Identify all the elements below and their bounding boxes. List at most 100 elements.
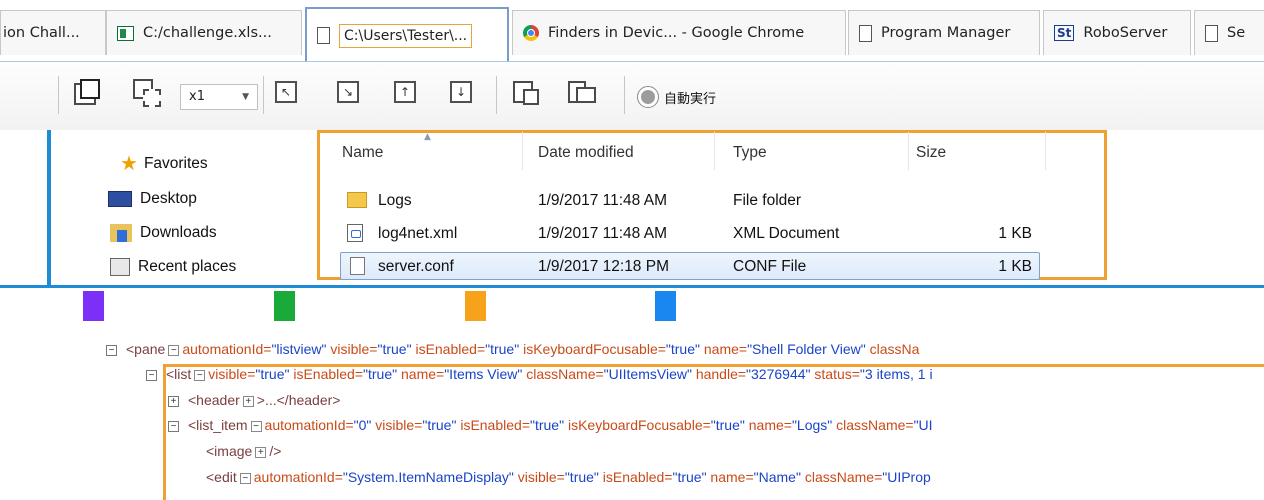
color-swatch-orange[interactable] [465, 291, 486, 321]
tree-node-pane[interactable]: − <pane − automationId="listview" visible="… [106, 338, 919, 360]
collapse-icon[interactable]: − [146, 369, 157, 381]
tab-label: Finders in Devic... - Google Chrome [548, 25, 805, 41]
star-icon: ★ [120, 153, 138, 175]
attr-value: "true" [710, 417, 745, 433]
move-down-button[interactable]: ↓ [450, 81, 472, 103]
tab-challenge-xls[interactable]: C:/challenge.xls... [106, 10, 302, 55]
move-down-right-button[interactable]: ↘ [337, 81, 359, 103]
tree-node-list-item[interactable]: − <list_item − automationId="0" visible="tr… [168, 414, 933, 436]
attr-value: "true" [485, 341, 520, 357]
column-separator[interactable] [1045, 132, 1046, 170]
column-header-size[interactable]: Size [916, 144, 946, 162]
tab-program-manager[interactable]: Program Manager [848, 10, 1040, 55]
restore-window-icon-front [576, 87, 596, 103]
attr-value: "Items View" [444, 366, 523, 382]
speed-value: x1 [189, 89, 205, 104]
collapse-attr-icon[interactable]: − [250, 420, 262, 432]
attr-name: isEnabled= [411, 341, 486, 357]
nav-item-label: Favorites [143, 155, 208, 172]
toolbar-separator [496, 76, 497, 114]
tab-roboserver[interactable]: St RoboServer [1043, 10, 1191, 55]
move-up-left-button[interactable]: ↖ [275, 81, 297, 103]
nav-item-label: Downloads [140, 224, 217, 241]
collapse-icon[interactable]: − [106, 344, 117, 356]
document-icon [859, 24, 872, 42]
xml-file-icon [347, 224, 363, 242]
tree-node-header[interactable]: + <header + >...</header> [168, 389, 340, 411]
column-separator[interactable] [908, 132, 909, 170]
collapse-attr-icon[interactable]: − [194, 369, 206, 381]
attr-value: "0" [353, 417, 372, 433]
column-header-type[interactable]: Type [733, 144, 767, 162]
tab-label: ion Chall... [3, 25, 80, 41]
attr-name: automationId= [182, 341, 272, 357]
attr-name: isEnabled= [456, 417, 530, 433]
tab-users-tester[interactable]: C:\Users\Tester\... [305, 7, 509, 62]
attr-value: "UIItemsView" [603, 366, 692, 382]
attr-value: "true" [530, 417, 565, 433]
restore-window-button[interactable] [568, 79, 598, 109]
nav-item-desktop[interactable]: Desktop [108, 190, 197, 208]
collapse-icon[interactable]: − [168, 420, 179, 432]
speed-select[interactable]: x1 ▼ [180, 84, 258, 110]
collapse-attr-icon[interactable]: − [168, 344, 180, 356]
expand-attr-icon[interactable]: + [255, 446, 267, 458]
capture-window-button[interactable] [72, 79, 102, 109]
column-separator[interactable] [714, 132, 715, 170]
expand-attr-icon[interactable]: + [242, 395, 254, 407]
tag-rest: /> [269, 443, 282, 459]
move-up-button[interactable]: ↑ [394, 81, 416, 103]
file-size: 1 KB [998, 258, 1032, 275]
tab-label: C:\Users\Tester\... [339, 23, 473, 48]
file-name: log4net.xml [378, 225, 458, 242]
column-separator[interactable] [522, 132, 523, 170]
attr-value: "true" [422, 417, 457, 433]
arrow-down-right-icon: ↘ [342, 85, 354, 99]
document-icon [317, 27, 330, 44]
nav-item-favorites[interactable]: ★ Favorites [120, 153, 208, 175]
attr-value: "true" [377, 341, 412, 357]
tree-node-list[interactable]: − <list − visible="true" isEnabled="true" n… [146, 363, 933, 385]
toolbar: x1 ▼ ↖ ↘ ↑ ↓ 自動実行 [0, 64, 1264, 130]
column-header-date-modified[interactable]: Date modified [538, 144, 634, 162]
color-swatch-green[interactable] [274, 291, 295, 321]
copy-window-button[interactable] [513, 79, 543, 109]
nav-item-downloads[interactable]: Downloads [110, 224, 217, 242]
color-swatch-blue[interactable] [655, 291, 676, 321]
window-tab-strip: ion Chall... C:/challenge.xls... C:\User… [0, 0, 1264, 64]
chrome-icon [523, 25, 539, 41]
tree-node-edit[interactable]: <edit − automationId="System.ItemNameDispl… [206, 466, 931, 488]
tag-rest: >...</header> [256, 392, 341, 408]
attr-name: visible= [513, 469, 565, 485]
copy-window-icon-front [523, 89, 539, 105]
toolbar-separator [58, 76, 59, 114]
folder-icon [347, 192, 367, 208]
collapse-attr-icon[interactable]: − [239, 472, 251, 484]
tab-ion-challenge[interactable]: ion Chall... [0, 10, 106, 55]
attr-value: "true" [672, 469, 707, 485]
arrow-down-icon: ↓ [455, 85, 467, 99]
document-icon [1205, 24, 1218, 42]
file-row[interactable]: Logs 1/9/2017 11:48 AM File folder [340, 187, 1040, 215]
file-row-selected[interactable]: server.conf 1/9/2017 12:18 PM CONF File … [340, 252, 1040, 280]
tab-google-chrome[interactable]: Finders in Devic... - Google Chrome [512, 10, 846, 55]
recent-places-icon [110, 258, 130, 276]
attr-name: name= [744, 417, 792, 433]
expand-icon[interactable]: + [168, 395, 179, 407]
auto-run-radio[interactable] [637, 86, 659, 108]
tree-node-image[interactable]: <image +/> [206, 440, 281, 462]
attr-value: "3276944" [746, 366, 811, 382]
tab-se[interactable]: Se [1194, 10, 1264, 55]
capture-area-grid-icon [143, 89, 161, 107]
downloads-icon [110, 224, 132, 242]
attr-name: name= [699, 341, 748, 357]
capture-area-button[interactable] [133, 79, 163, 109]
attr-name: className= [832, 417, 914, 433]
column-header-name[interactable]: Name [342, 144, 383, 162]
color-swatch-purple[interactable] [83, 291, 104, 321]
file-row[interactable]: log4net.xml 1/9/2017 11:48 AM XML Docume… [340, 220, 1040, 248]
attr-name: className= [522, 366, 604, 382]
nav-item-recent-places[interactable]: Recent places [110, 258, 236, 276]
attr-name: handle= [691, 366, 747, 382]
tag-name: <list [166, 366, 192, 382]
